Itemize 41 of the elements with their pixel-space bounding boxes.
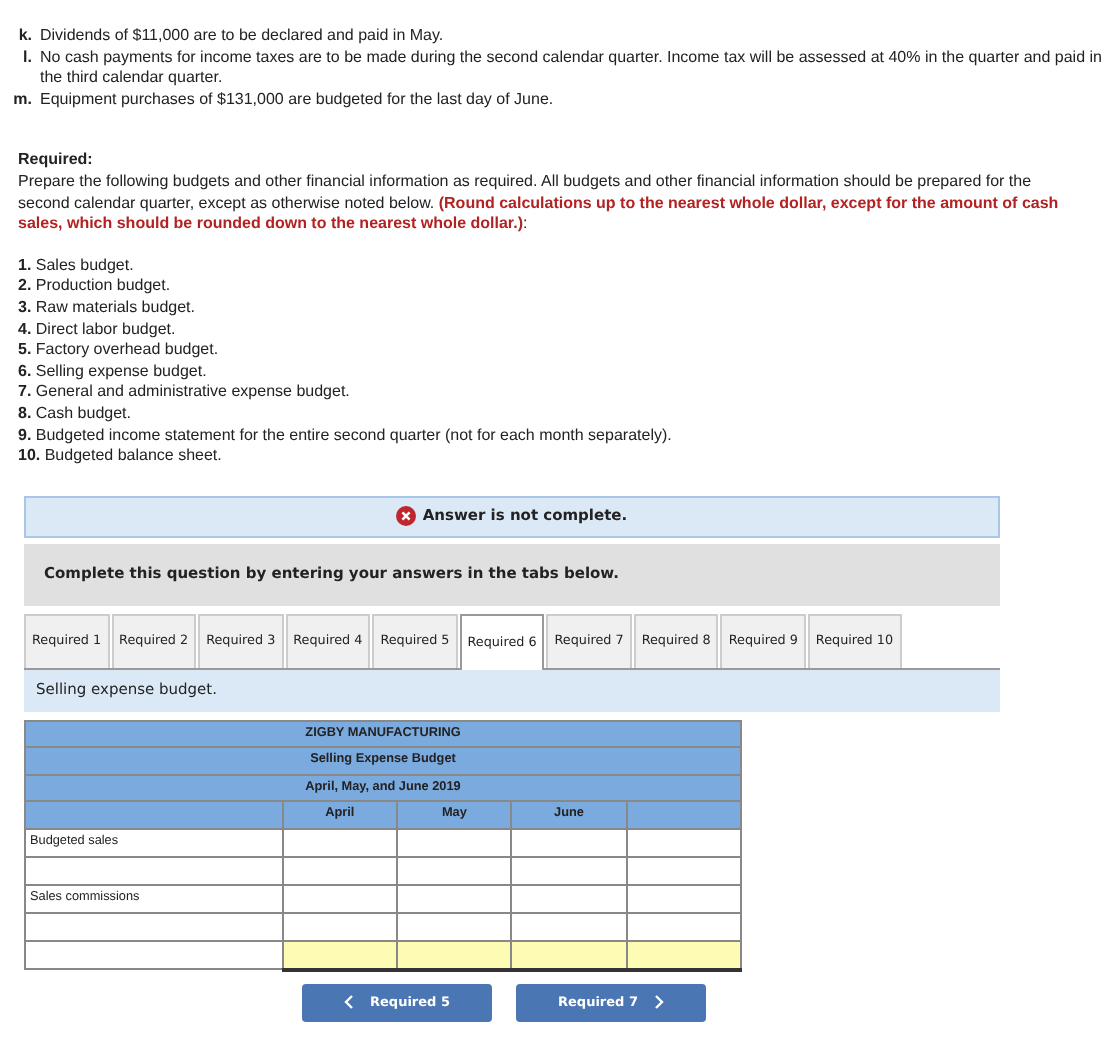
requirement-item: 8. Cash budget.	[18, 403, 133, 425]
requirement-item: 2. Production budget.	[18, 276, 173, 298]
input-field[interactable]	[397, 856, 512, 885]
input-field[interactable]	[282, 940, 398, 970]
input-field[interactable]	[282, 828, 398, 857]
requirement-item: 10. Budgeted balance sheet.	[18, 446, 224, 468]
item-letter: k.	[16, 26, 34, 48]
input-field[interactable]	[282, 856, 398, 885]
chevron-left-icon	[344, 994, 354, 1011]
input-field[interactable]	[511, 884, 627, 913]
input-field[interactable]	[397, 940, 512, 970]
input-field[interactable]	[626, 940, 741, 970]
input-field[interactable]	[397, 912, 512, 941]
instructions-text: Prepare the following budgets and other financial information as required. All budgets and other financial information should be prepared for the second calendar quarter, except as otherwise noted below. (Round calculations up to the nearest whole dollar, except for the amount of cash sales, which should be rounded down to the nearest whole dollar.):	[18, 171, 1061, 236]
item-letter: l.	[21, 47, 34, 70]
input-field[interactable]	[397, 828, 512, 857]
input-field[interactable]	[511, 828, 627, 857]
input-field[interactable]	[626, 856, 741, 885]
requirement-item: 7. General and administrative expense budget.	[18, 382, 352, 404]
required-heading: Required:	[18, 150, 95, 172]
input-field[interactable]	[626, 828, 741, 857]
error-icon	[396, 506, 417, 527]
requirement-item: 5. Factory overhead budget.	[18, 340, 221, 362]
item-letter: m.	[11, 89, 34, 111]
condition-text: Equipment purchases of $131,000 are budgeted for the last day of June.	[40, 89, 554, 111]
input-field[interactable]	[511, 912, 627, 941]
requirement-item: 1. Sales budget.	[18, 255, 136, 277]
input-field[interactable]	[282, 912, 398, 941]
requirement-item: 4. Direct labor budget.	[18, 319, 178, 341]
requirement-item: 6. Selling expense budget.	[18, 361, 209, 383]
input-field[interactable]	[282, 884, 398, 913]
input-field[interactable]	[626, 884, 741, 913]
input-field[interactable]	[511, 940, 627, 970]
condition-text: No cash payments for income taxes are to be made during the second calendar quarter. Income tax will be assessed at 40% in the quarter and paid in the third calendar quarter.	[40, 47, 1104, 90]
input-field[interactable]	[626, 912, 741, 941]
requirement-item: 9. Budgeted income statement for the entire second quarter (not for each month separately).	[18, 425, 674, 447]
requirement-item: 3. Raw materials budget.	[18, 297, 197, 320]
input-field[interactable]	[397, 884, 512, 913]
input-field[interactable]	[511, 856, 627, 885]
condition-text: Dividends of $11,000 are to be declared and paid in May.	[40, 26, 444, 48]
chevron-right-icon	[653, 994, 664, 1011]
